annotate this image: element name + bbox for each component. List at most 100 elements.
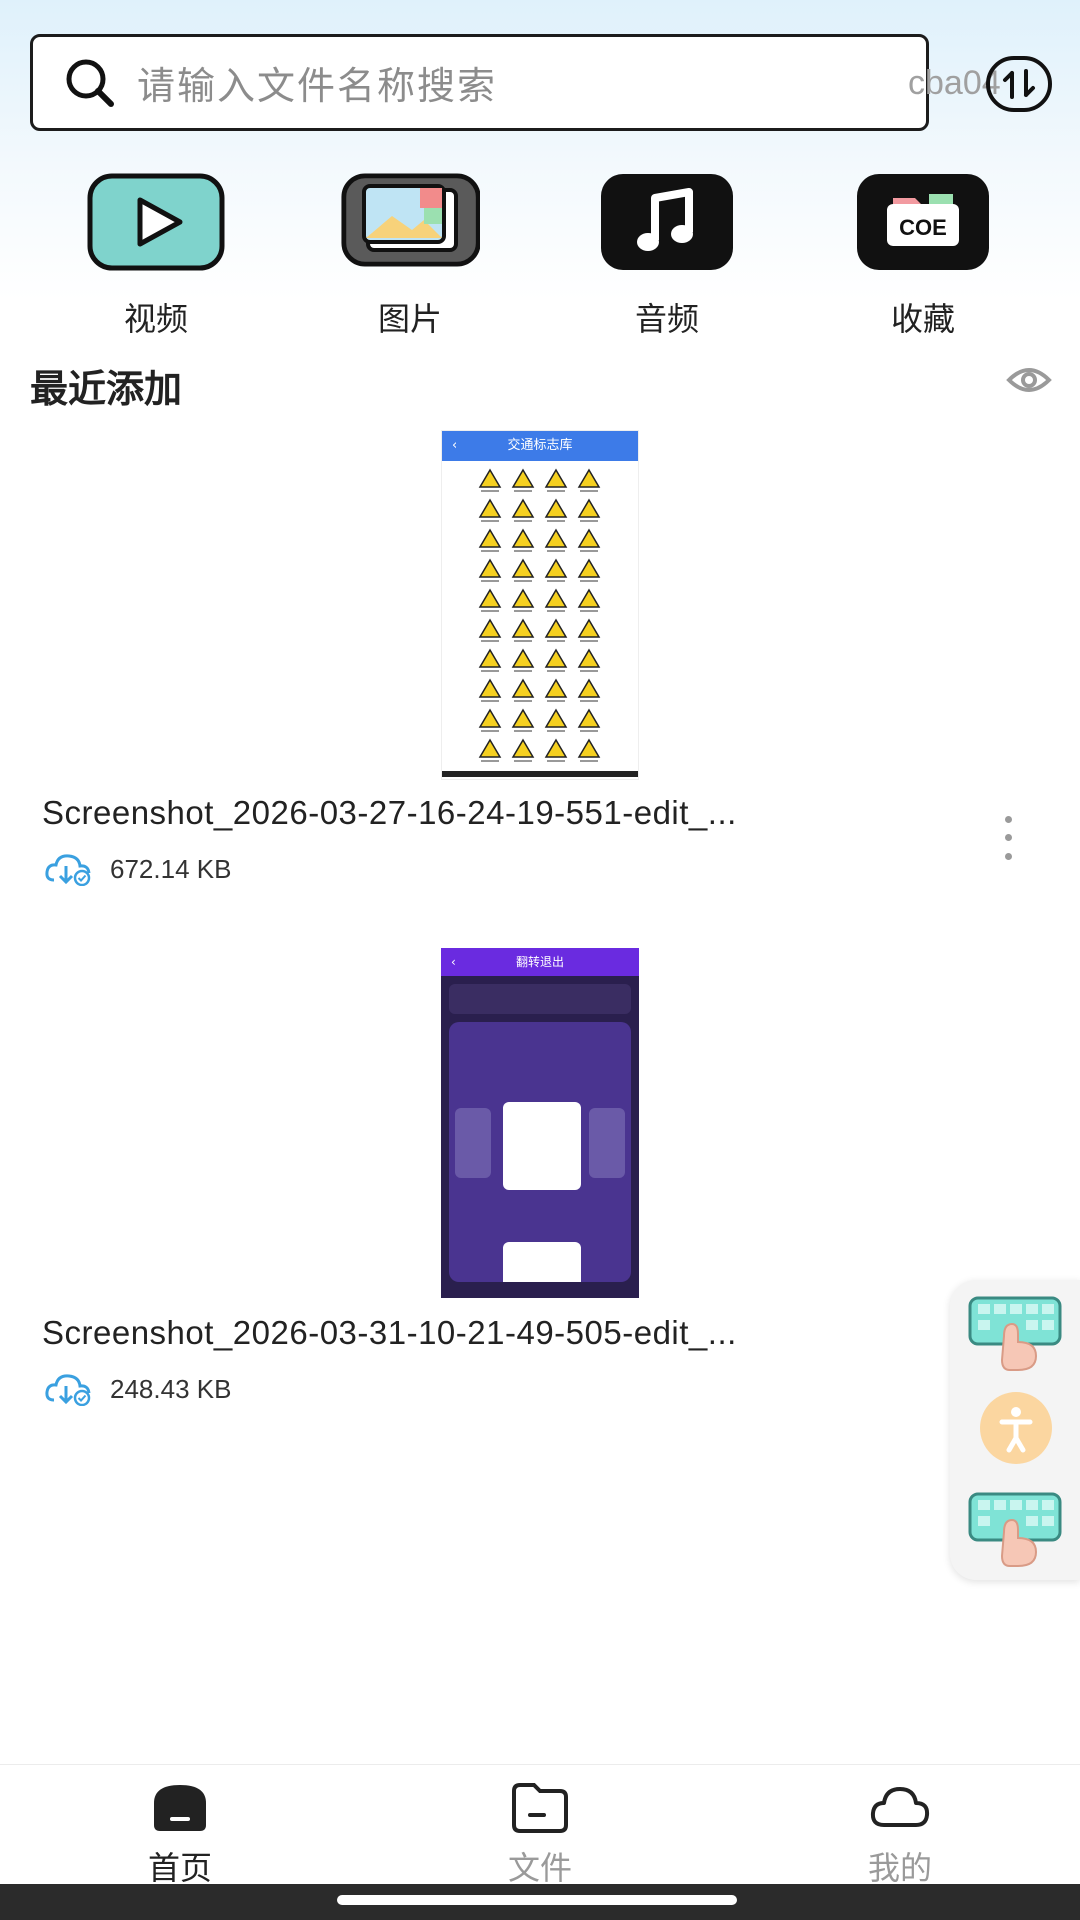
traffic-sign-icon (544, 558, 568, 578)
category-video[interactable]: 视频 (76, 172, 236, 340)
traffic-sign-caption (514, 520, 532, 522)
traffic-sign-caption (547, 760, 565, 762)
traffic-sign-caption (481, 580, 499, 582)
traffic-sign-icon (511, 588, 535, 608)
traffic-sign-icon (544, 648, 568, 668)
traffic-sign-icon (511, 468, 535, 488)
dot (1004, 815, 1012, 823)
traffic-sign-caption (547, 490, 565, 492)
traffic-sign-icon (577, 738, 601, 758)
traffic-sign-caption (580, 670, 598, 672)
more-options-button[interactable] (992, 810, 1024, 866)
thumb-title: 翻转退出 (515, 955, 564, 969)
traffic-sign-icon (544, 528, 568, 548)
search-icon (66, 59, 114, 107)
traffic-sign-caption (580, 520, 598, 522)
traffic-sign-icon (478, 558, 502, 578)
thumb-header: ‹ 交通标志库 (442, 431, 638, 461)
folder-icon (512, 1783, 568, 1833)
back-icon: ‹ (451, 955, 456, 969)
category-audio[interactable]: 音频 (587, 172, 747, 340)
category-label: 图片 (377, 300, 442, 338)
traffic-sign-icon (478, 678, 502, 698)
traffic-sign-caption (580, 580, 598, 582)
traffic-sign-icon (511, 498, 535, 518)
traffic-sign-icon (478, 738, 502, 758)
traffic-sign-icon (544, 618, 568, 638)
traffic-sign-icon (478, 618, 502, 638)
home-icon (154, 1785, 206, 1831)
search-input[interactable]: 请输入文件名称搜索 (137, 55, 497, 110)
file-thumbnail[interactable]: ‹ 翻转退出 (441, 948, 639, 1298)
traffic-sign-caption (547, 610, 565, 612)
traffic-sign-icon (478, 498, 502, 518)
coe-label: COE (899, 215, 947, 240)
traffic-sign-icon (544, 498, 568, 518)
file-name[interactable]: Screenshot_2026-03-27-16-24-19-551-edit_… (42, 794, 922, 832)
traffic-sign-icon (544, 738, 568, 758)
eye-icon[interactable] (1006, 362, 1052, 398)
traffic-sign-caption (547, 730, 565, 732)
thumb-header: ‹ 翻转退出 (441, 948, 639, 976)
traffic-sign-icon (511, 678, 535, 698)
traffic-sign-caption (481, 760, 499, 762)
traffic-sign-icon (478, 708, 502, 728)
nav-home[interactable]: 首页 (100, 1781, 260, 1889)
cloud-icon (870, 1787, 930, 1827)
nav-mine[interactable]: 我的 (820, 1781, 980, 1889)
traffic-sign-caption (547, 520, 565, 522)
traffic-sign-icon (577, 678, 601, 698)
traffic-sign-caption (547, 580, 565, 582)
category-label: 收藏 (890, 300, 955, 338)
video-play-icon (87, 173, 225, 271)
keyboard-tap-icon[interactable] (964, 1486, 1074, 1570)
file-thumbnail[interactable]: ‹ 交通标志库 (441, 430, 639, 780)
traffic-sign-caption (514, 670, 532, 672)
sort-button[interactable] (986, 56, 1052, 112)
traffic-sign-caption (514, 490, 532, 492)
file-size: 672.14 KB (110, 853, 232, 884)
traffic-sign-grid (442, 468, 638, 777)
traffic-sign-caption (580, 610, 598, 612)
traffic-sign-icon (577, 648, 601, 668)
traffic-sign-caption (547, 640, 565, 642)
thumb-toggle-row (449, 984, 631, 1014)
traffic-sign-icon (511, 738, 535, 758)
traffic-sign-caption (514, 610, 532, 612)
system-nav-bar (0, 1884, 1080, 1920)
file-meta: 672.14 KB (44, 852, 231, 886)
traffic-sign-caption (481, 550, 499, 552)
traffic-sign-icon (544, 678, 568, 698)
traffic-sign-icon (577, 588, 601, 608)
keyboard-tap-icon[interactable] (964, 1290, 1074, 1374)
search-bar[interactable]: 请输入文件名称搜索 (30, 34, 929, 131)
traffic-sign-icon (478, 648, 502, 668)
traffic-sign-icon (511, 708, 535, 728)
category-image[interactable]: 图片 (330, 172, 490, 340)
traffic-sign-caption (514, 730, 532, 732)
home-indicator[interactable] (337, 1895, 737, 1905)
traffic-sign-caption (547, 550, 565, 552)
traffic-sign-caption (514, 640, 532, 642)
traffic-sign-caption (580, 700, 598, 702)
traffic-sign-caption (481, 640, 499, 642)
traffic-sign-icon (478, 468, 502, 488)
traffic-sign-icon (577, 468, 601, 488)
traffic-sign-caption (547, 670, 565, 672)
traffic-sign-icon (577, 558, 601, 578)
nav-files[interactable]: 文件 (460, 1781, 620, 1889)
accessibility-icon[interactable] (976, 1388, 1056, 1468)
traffic-sign-caption (481, 670, 499, 672)
category-collection[interactable]: COE 收藏 (843, 172, 1003, 340)
traffic-sign-caption (481, 730, 499, 732)
cloud-download-icon (45, 854, 91, 886)
traffic-sign-icon (511, 618, 535, 638)
traffic-sign-caption (514, 760, 532, 762)
traffic-sign-icon (577, 618, 601, 638)
traffic-sign-caption (580, 550, 598, 552)
folder-coe-icon: COE (857, 174, 989, 270)
file-meta: 248.43 KB (44, 1372, 231, 1406)
traffic-sign-icon (478, 588, 502, 608)
file-name[interactable]: Screenshot_2026-03-31-10-21-49-505-edit_… (42, 1314, 922, 1352)
file-size: 248.43 KB (110, 1373, 232, 1404)
